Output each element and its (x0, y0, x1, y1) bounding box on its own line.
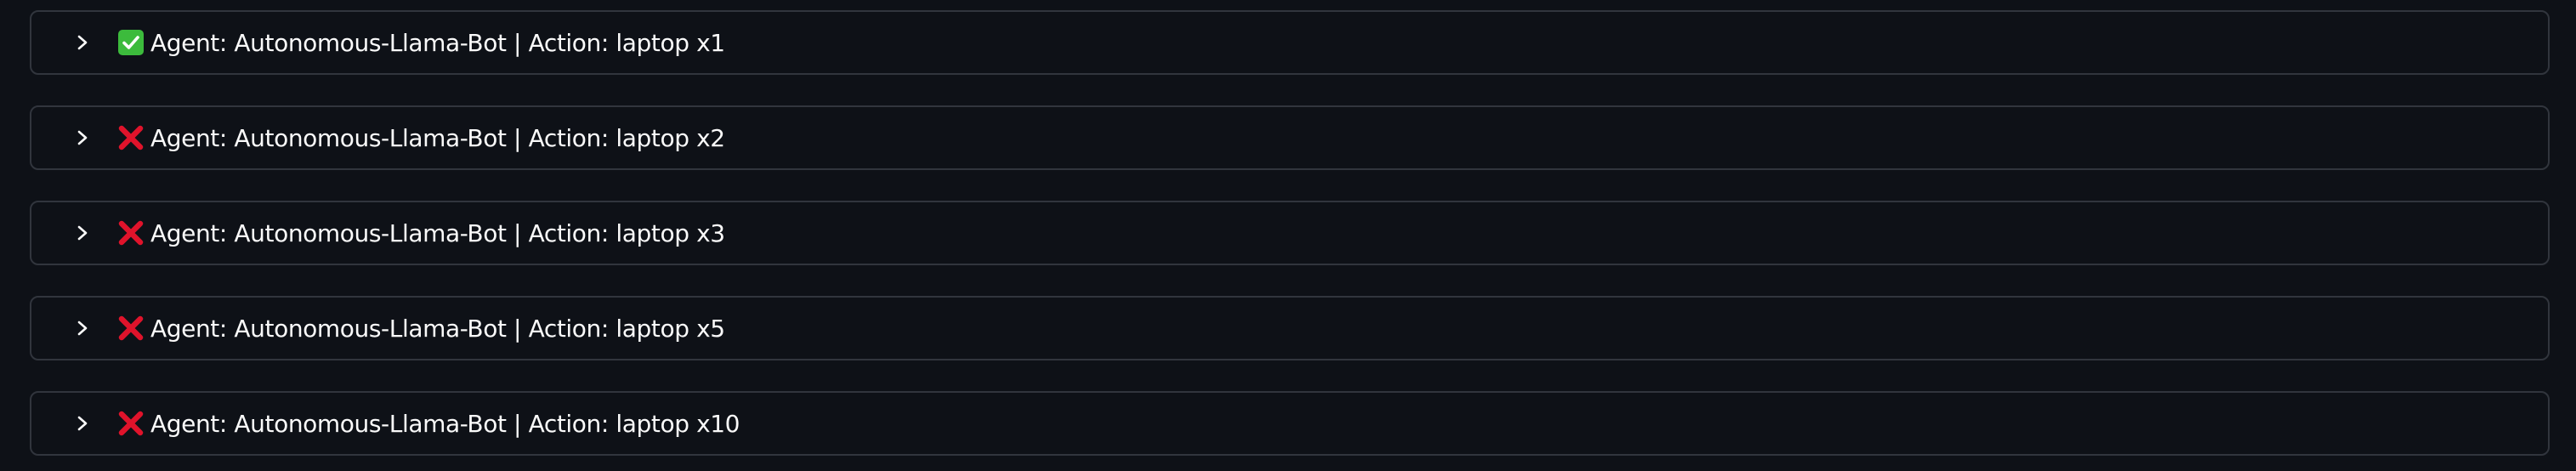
chevron-right-icon[interactable] (65, 406, 99, 440)
expander-laptop-x5[interactable]: Agent: Autonomous-Llama-Bot | Action: la… (30, 296, 2550, 360)
chevron-right-icon[interactable] (65, 216, 99, 250)
cross-mark-icon (116, 314, 145, 343)
cross-mark-icon (116, 218, 145, 247)
cross-mark-icon (116, 409, 145, 438)
expander-laptop-x3[interactable]: Agent: Autonomous-Llama-Bot | Action: la… (30, 201, 2550, 265)
expander-laptop-x1[interactable]: Agent: Autonomous-Llama-Bot | Action: la… (30, 10, 2550, 75)
expander-label: Agent: Autonomous-Llama-Bot | Action: la… (150, 218, 725, 247)
chevron-right-icon[interactable] (65, 26, 99, 60)
agent-action-expander-list: Agent: Autonomous-Llama-Bot | Action: la… (0, 0, 2576, 471)
expander-label: Agent: Autonomous-Llama-Bot | Action: la… (150, 123, 725, 152)
expander-laptop-x10[interactable]: Agent: Autonomous-Llama-Bot | Action: la… (30, 391, 2550, 456)
chevron-right-icon[interactable] (65, 311, 99, 345)
expander-label: Agent: Autonomous-Llama-Bot | Action: la… (150, 314, 725, 343)
cross-mark-icon (116, 123, 145, 152)
expander-laptop-x2[interactable]: Agent: Autonomous-Llama-Bot | Action: la… (30, 105, 2550, 170)
chevron-right-icon[interactable] (65, 121, 99, 155)
check-mark-icon (116, 28, 145, 57)
expander-label: Agent: Autonomous-Llama-Bot | Action: la… (150, 28, 725, 57)
expander-label: Agent: Autonomous-Llama-Bot | Action: la… (150, 409, 740, 438)
